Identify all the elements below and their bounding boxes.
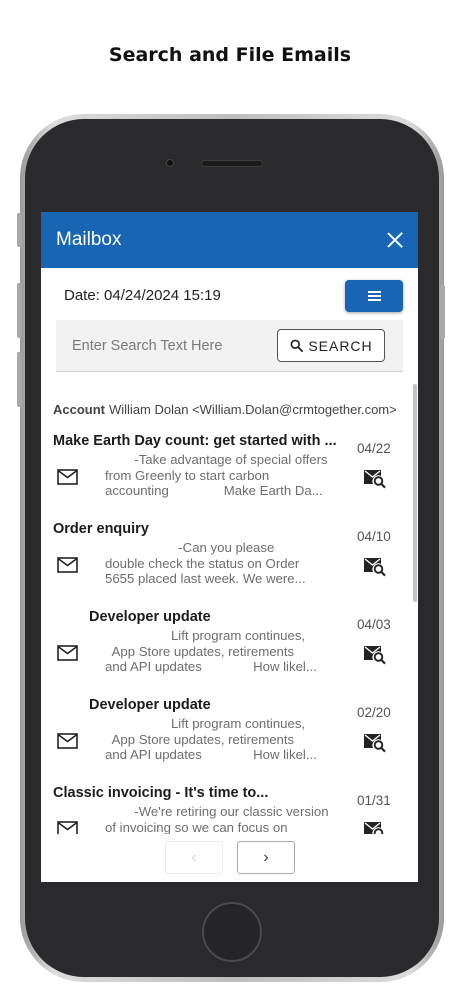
menu-icon-bar-bottom <box>368 299 381 301</box>
envelope-icon <box>57 733 78 749</box>
email-preview-line: -Take advantage of special offers <box>105 452 328 467</box>
envelope-icon <box>57 645 78 661</box>
home-button[interactable] <box>202 902 262 962</box>
search-bar: SEARCH <box>56 320 403 372</box>
menu-icon-bar-middle <box>368 295 381 297</box>
email-date: 01/31 <box>357 793 391 808</box>
email-preview-line: of invoicing so we can focus on <box>105 819 288 835</box>
email-subject: Developer update <box>89 697 211 713</box>
email-preview-line: Lift program continues, <box>105 716 306 731</box>
close-icon[interactable] <box>386 231 404 249</box>
email-preview: Lift program continues, App Store update… <box>105 716 345 763</box>
email-preview: Lift program continues, App Store update… <box>105 628 345 675</box>
account-line: Account William Dolan <William.Dolan@crmt… <box>53 402 411 417</box>
chevron-left-icon: ‹ <box>191 848 197 866</box>
envelope-icon <box>57 557 78 573</box>
email-item[interactable]: Developer update Lift program continues,… <box>41 609 411 697</box>
email-preview-line: double check the status on Order <box>105 555 300 571</box>
email-preview-line: App Store updates, retirements <box>105 643 295 659</box>
email-preview: -Take advantage of special offers from G… <box>105 452 345 499</box>
email-subject: Developer update <box>89 609 211 625</box>
account-value: William Dolan <William.Dolan@crmtogether… <box>109 402 397 417</box>
email-preview-line: from Greenly to start carbon <box>105 467 270 483</box>
email-preview-line: and API updates How likel... <box>105 747 317 762</box>
email-item[interactable]: Classic invoicing - It's time to... -We'… <box>41 785 411 834</box>
email-date: 04/10 <box>357 529 391 544</box>
email-preview-line: and API updates How likel... <box>105 659 317 674</box>
email-preview-line: -Can you please <box>105 540 275 555</box>
mail-search-icon[interactable] <box>363 467 387 489</box>
email-subject: Order enquiry <box>53 521 149 537</box>
email-date: 02/20 <box>357 705 391 720</box>
chevron-right-icon: › <box>263 848 269 866</box>
email-subject: Classic invoicing - It's time to... <box>53 785 269 801</box>
email-preview-line: accounting Make Earth Da... <box>105 483 323 498</box>
volume-down-button <box>17 352 22 407</box>
earpiece-speaker <box>201 160 263 167</box>
email-preview-line: 5655 placed last week. We were... <box>105 571 306 586</box>
volume-up-button <box>17 283 22 338</box>
search-button-label: SEARCH <box>308 337 373 354</box>
email-item[interactable]: Developer update Lift program continues,… <box>41 697 411 785</box>
email-subject: Make Earth Day count: get started with .… <box>53 433 337 449</box>
mail-search-icon[interactable] <box>363 731 387 753</box>
phone-screen: Mailbox Date: 04/24/2024 15:19 SEARCH Ac… <box>41 212 418 882</box>
date-row: Date: 04/24/2024 15:19 <box>41 268 418 320</box>
account-label: Account <box>53 402 105 417</box>
email-date: 04/22 <box>357 441 391 456</box>
mailbox-title: Mailbox <box>56 229 122 250</box>
front-camera <box>166 159 174 167</box>
menu-button[interactable] <box>345 280 403 312</box>
search-icon <box>290 339 304 352</box>
mute-switch <box>17 213 22 247</box>
envelope-icon <box>57 821 78 834</box>
menu-icon-bar-top <box>368 291 381 293</box>
email-item[interactable]: Make Earth Day count: get started with .… <box>41 433 411 521</box>
email-date: 04/03 <box>357 617 391 632</box>
list-scrollbar[interactable] <box>413 384 417 602</box>
email-item[interactable]: Order enquiry -Can you please double che… <box>41 521 411 609</box>
email-preview-line: -We're retiring our classic version <box>105 804 329 819</box>
email-list[interactable]: Account William Dolan <William.Dolan@crmt… <box>41 384 411 834</box>
mail-search-icon[interactable] <box>363 819 387 834</box>
email-preview-line: App Store updates, retirements <box>105 731 295 747</box>
mail-search-icon[interactable] <box>363 643 387 665</box>
email-preview-line: Lift program continues, <box>105 628 306 643</box>
date-label: Date: 04/24/2024 15:19 <box>64 287 221 304</box>
previous-page-button[interactable]: ‹ <box>165 841 223 874</box>
power-button <box>440 285 445 339</box>
search-button[interactable]: SEARCH <box>277 329 385 362</box>
envelope-icon <box>57 469 78 485</box>
email-preview: -We're retiring our classic version of i… <box>105 804 345 834</box>
mailbox-header: Mailbox <box>41 212 418 268</box>
page-caption: Search and File Emails <box>108 44 352 66</box>
next-page-button[interactable]: › <box>237 841 295 874</box>
search-input[interactable] <box>56 320 271 371</box>
email-preview: -Can you please double check the status … <box>105 540 345 587</box>
mail-search-icon[interactable] <box>363 555 387 577</box>
